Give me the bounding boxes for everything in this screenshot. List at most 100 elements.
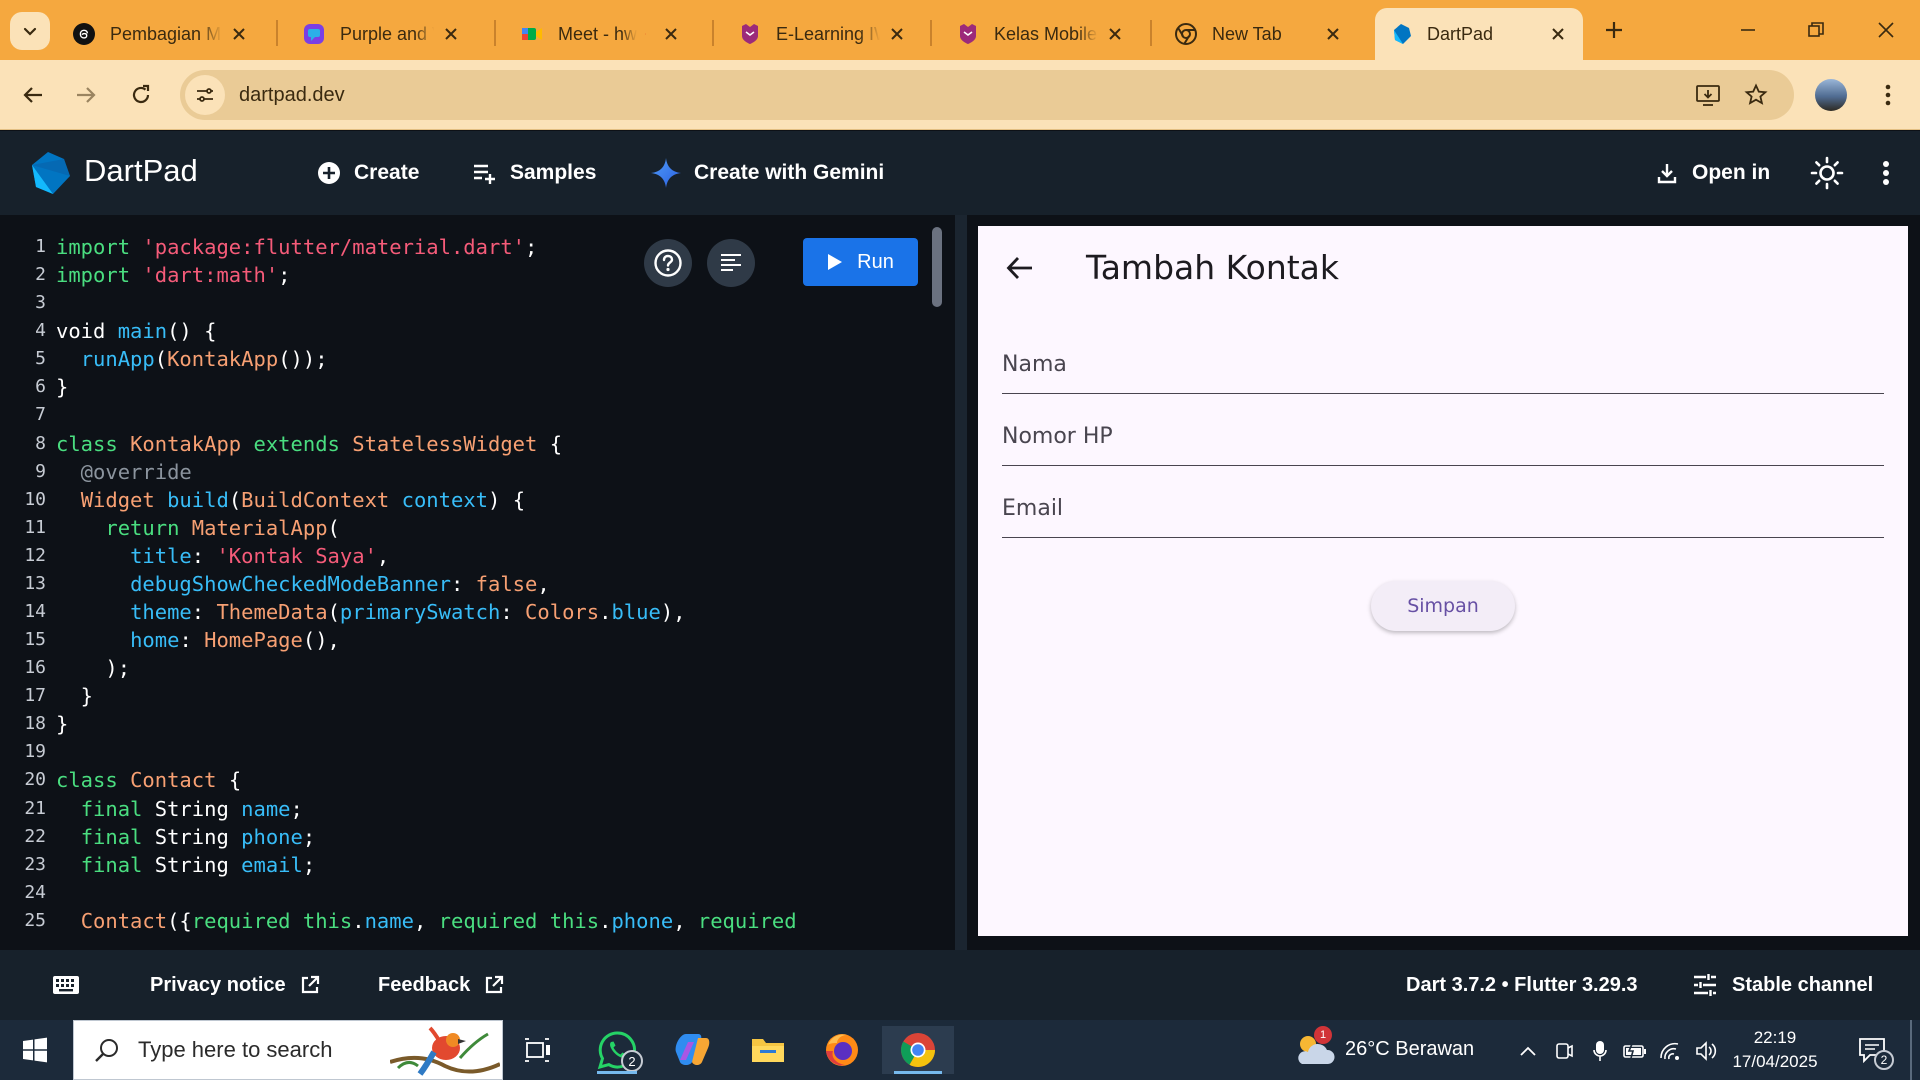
meet-now-tray-icon[interactable]: [1551, 1038, 1577, 1064]
create-with-gemini-button[interactable]: Create with Gemini: [650, 151, 884, 195]
browser-tab[interactable]: New Tab: [1160, 8, 1358, 60]
profile-avatar[interactable]: [1815, 79, 1847, 111]
browser-tab-active[interactable]: DartPad: [1375, 8, 1583, 60]
close-icon[interactable]: [1547, 23, 1569, 45]
browser-tab[interactable]: Kelas Mobile T: [942, 8, 1140, 60]
code-token: theme: [130, 600, 192, 625]
close-icon[interactable]: [1322, 23, 1344, 45]
show-desktop-button[interactable]: [1910, 1020, 1912, 1080]
code-line[interactable]: 18}: [0, 710, 797, 738]
close-icon[interactable]: [660, 23, 682, 45]
browser-tab[interactable]: Purple and Vic: [288, 8, 476, 60]
restore-button[interactable]: [1796, 12, 1836, 48]
weather-widget[interactable]: 1: [1284, 1026, 1344, 1074]
code-lines[interactable]: 1 import 'package:flutter/material.dart';…: [0, 233, 797, 935]
privacy-notice-link[interactable]: Privacy notice: [150, 968, 320, 1002]
open-in-button[interactable]: Open in: [1654, 151, 1770, 195]
code-line[interactable]: 8 class KontakApp extends StatelessWidget…: [0, 430, 797, 458]
show-hidden-icons-button[interactable]: [1515, 1038, 1541, 1064]
close-window-button[interactable]: [1866, 12, 1906, 48]
chrome-taskbar-button[interactable]: [882, 1026, 954, 1074]
code-line[interactable]: 16 );: [0, 654, 797, 682]
code-line[interactable]: 17 }: [0, 682, 797, 710]
code-line[interactable]: 24: [0, 879, 797, 907]
file-explorer-taskbar-button[interactable]: [736, 1026, 800, 1074]
new-tab-button[interactable]: [1598, 14, 1630, 46]
email-input[interactable]: [1002, 480, 1884, 537]
code-editor[interactable]: 1 import 'package:flutter/material.dart';…: [0, 215, 955, 950]
minimize-button[interactable]: [1728, 12, 1768, 48]
tab-separator: [1150, 20, 1152, 46]
reload-button[interactable]: [121, 75, 161, 115]
theme-toggle-button[interactable]: [1810, 151, 1844, 195]
code-line[interactable]: 11 return MaterialApp(: [0, 514, 797, 542]
code-line[interactable]: 15 home: HomePage(),: [0, 626, 797, 654]
task-view-button[interactable]: [506, 1026, 570, 1074]
create-button[interactable]: Create: [316, 151, 419, 195]
close-icon[interactable]: [228, 23, 250, 45]
channel-selector[interactable]: Stable channel: [1692, 968, 1873, 1002]
code-line[interactable]: 7: [0, 401, 797, 429]
code-line[interactable]: 4 void main() {: [0, 317, 797, 345]
back-button[interactable]: [13, 75, 53, 115]
tab-search-button[interactable]: [10, 12, 50, 50]
code-line[interactable]: 3: [0, 289, 797, 317]
close-icon[interactable]: [440, 23, 462, 45]
address-bar[interactable]: dartpad.dev: [180, 70, 1794, 120]
run-button[interactable]: Run: [803, 238, 918, 286]
back-button[interactable]: [1000, 248, 1040, 288]
code-line[interactable]: 6}: [0, 373, 797, 401]
phone-field[interactable]: [1002, 408, 1884, 466]
samples-button[interactable]: Samples: [472, 151, 596, 195]
whatsapp-taskbar-button[interactable]: 2: [585, 1026, 649, 1074]
firefox-taskbar-button[interactable]: [810, 1026, 874, 1074]
code-line[interactable]: 14 theme: ThemeData(primarySwatch: Color…: [0, 598, 797, 626]
email-field[interactable]: [1002, 480, 1884, 538]
save-button[interactable]: Simpan: [1371, 581, 1515, 631]
close-icon[interactable]: [886, 23, 908, 45]
copilot-taskbar-button[interactable]: [660, 1026, 724, 1074]
feedback-link[interactable]: Feedback: [378, 968, 504, 1002]
format-button[interactable]: [707, 239, 755, 287]
code-line[interactable]: 12 title: 'Kontak Saya',: [0, 542, 797, 570]
name-field[interactable]: [1002, 336, 1884, 394]
taskbar-clock[interactable]: 22:19 17/04/2025: [1720, 1026, 1830, 1074]
battery-tray-icon[interactable]: [1622, 1038, 1648, 1064]
browser-tab[interactable]: Pembagian M: [58, 8, 264, 60]
help-button[interactable]: [644, 239, 692, 287]
code-line[interactable]: 20 class Contact {: [0, 766, 797, 794]
code-token: :: [179, 628, 205, 653]
browser-tab[interactable]: Meet - hw: [506, 8, 696, 60]
more-options-button[interactable]: [1882, 151, 1890, 195]
forward-button[interactable]: [66, 75, 106, 115]
editor-scrollbar[interactable]: [932, 227, 942, 307]
keyboard-shortcuts-button[interactable]: [52, 968, 80, 1002]
browser-tab[interactable]: E-Learning IW: [724, 8, 922, 60]
code-line[interactable]: 22 final String phone;: [0, 823, 797, 851]
bookmark-button[interactable]: [1736, 75, 1776, 115]
start-button[interactable]: [12, 1030, 58, 1070]
code-line[interactable]: 23 final String email;: [0, 851, 797, 879]
weather-text[interactable]: 26°C Berawan: [1345, 1038, 1474, 1061]
code-line[interactable]: 21 final String name;: [0, 795, 797, 823]
taskbar-search[interactable]: Type here to search: [73, 1020, 503, 1080]
url-text[interactable]: dartpad.dev: [239, 84, 345, 107]
name-input[interactable]: [1002, 336, 1884, 393]
volume-tray-icon[interactable]: [1694, 1038, 1720, 1064]
code-line[interactable]: 5 runApp(KontakApp());: [0, 345, 797, 373]
arrow-left-icon: [23, 87, 42, 103]
code-line[interactable]: 9 @override: [0, 458, 797, 486]
split-divider[interactable]: [955, 215, 967, 950]
code-line[interactable]: 13 debugShowCheckedModeBanner: false,: [0, 570, 797, 598]
notification-center-button[interactable]: 2: [1856, 1034, 1894, 1070]
code-line[interactable]: 25 Contact({required this.name, required…: [0, 907, 796, 935]
code-line[interactable]: 19: [0, 738, 797, 766]
microphone-tray-icon[interactable]: [1587, 1038, 1613, 1064]
browser-menu-button[interactable]: [1868, 75, 1908, 115]
network-tray-icon[interactable]: [1658, 1038, 1684, 1064]
close-icon[interactable]: [1104, 23, 1126, 45]
phone-input[interactable]: [1002, 408, 1884, 465]
code-line[interactable]: 10 Widget build(BuildContext context) {: [0, 486, 797, 514]
install-app-button[interactable]: [1688, 75, 1728, 115]
site-info-button[interactable]: [185, 75, 225, 115]
